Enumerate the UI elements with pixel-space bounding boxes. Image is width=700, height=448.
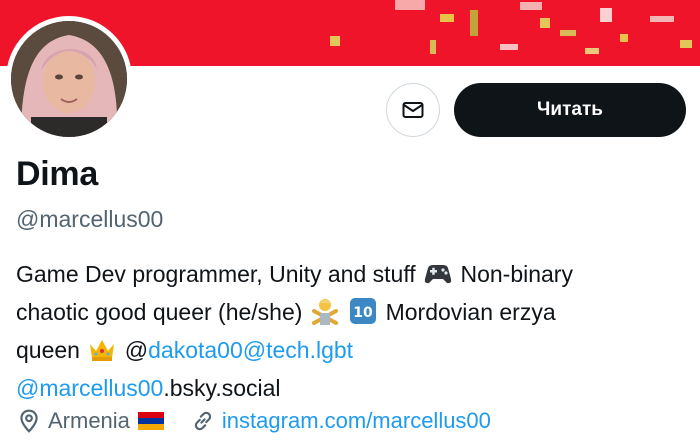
mention-link[interactable]: dakota00@tech.lgbt [148,337,353,363]
location-pin-icon [20,409,38,433]
bio-text: queen [16,337,80,363]
bio-text: Mordovian erzya [385,299,556,325]
link-icon [194,411,212,431]
message-button[interactable] [386,83,440,137]
user-handle: @marcellus00 [16,206,164,232]
person-gesturing-no-icon [311,299,338,325]
bio-line-4: @marcellus00.bsky.social [16,369,686,407]
location-text: Armenia [48,408,130,433]
bio-line-2: chaotic good queer (he/she) 10 Mordovian… [16,293,686,331]
keycap-10-icon: 10 [350,298,377,324]
bio-text: .bsky.social [163,375,281,401]
display-name: Dima [16,155,98,193]
crown-icon [90,340,115,361]
armenia-flag-icon [137,412,164,430]
bio-text: chaotic good queer (he/she) [16,299,303,325]
website-link[interactable]: instagram.com/marcellus00 [222,408,491,434]
profile-meta: Armenia instagram.com/marcellus00 [16,405,491,437]
bio-line-3: queen @dakota00@tech.lgbt [16,331,686,369]
mention-link[interactable]: @marcellus00 [16,375,163,401]
envelope-icon [402,102,424,118]
bio-text: Non-binary [460,261,573,287]
svg-text:10: 10 [353,305,373,321]
gamepad-icon [424,265,452,284]
bio-line-1: Game Dev programmer, Unity and stuff Non… [16,255,686,293]
avatar-photo [11,21,127,137]
profile-bio: Game Dev programmer, Unity and stuff Non… [16,255,686,407]
bio-text: @ [124,337,149,363]
avatar[interactable] [6,16,132,142]
follow-button[interactable]: Читать [454,83,686,137]
bio-text: Game Dev programmer, Unity and stuff [16,261,416,287]
